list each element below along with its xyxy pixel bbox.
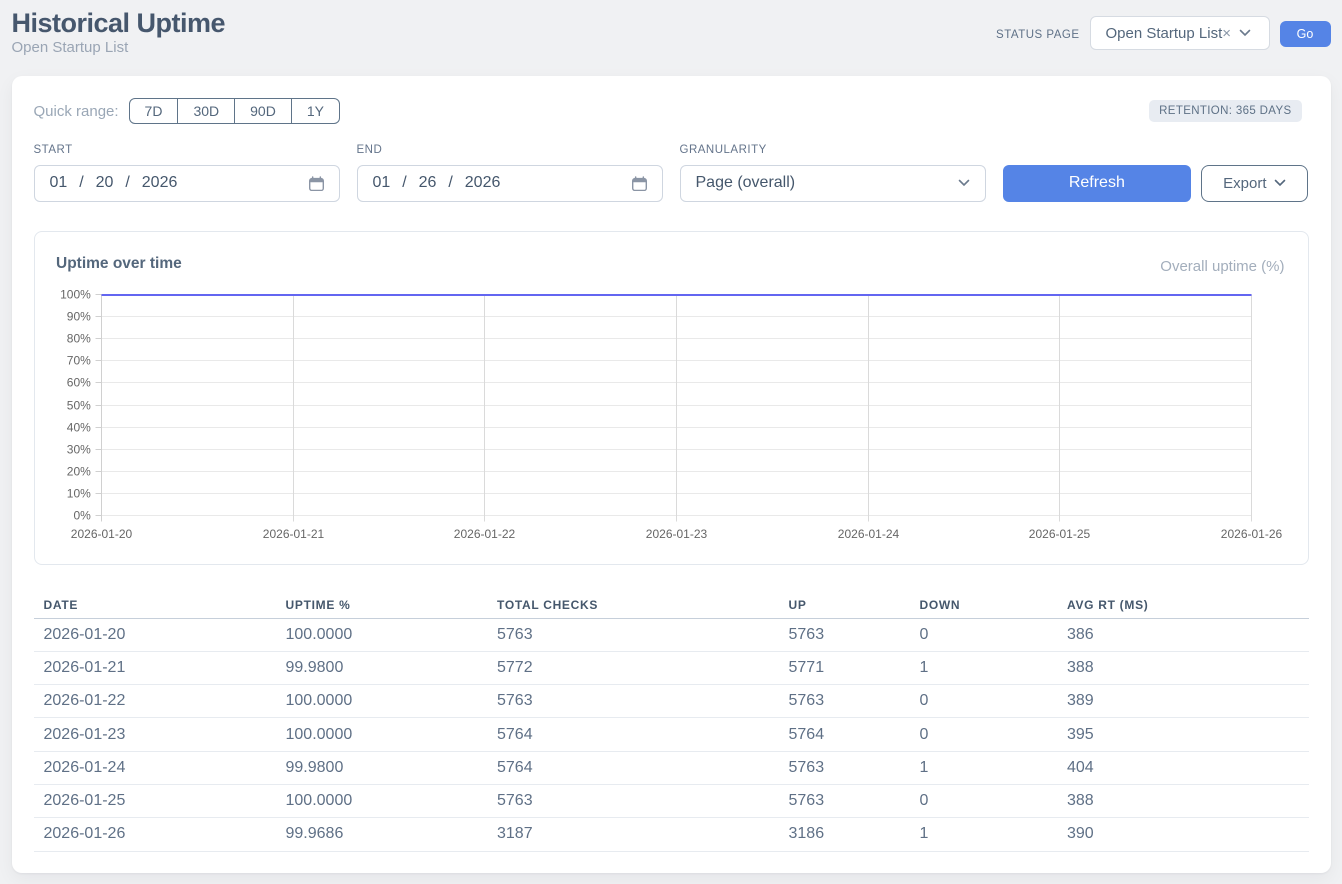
svg-text:80%: 80% bbox=[66, 331, 90, 345]
svg-text:60%: 60% bbox=[66, 375, 90, 389]
svg-text:2026-01-24: 2026-01-24 bbox=[837, 526, 899, 540]
svg-text:2026-01-25: 2026-01-25 bbox=[1028, 526, 1090, 540]
svg-text:90%: 90% bbox=[66, 309, 90, 323]
svg-text:2026-01-20: 2026-01-20 bbox=[70, 526, 132, 540]
svg-text:50%: 50% bbox=[66, 398, 90, 412]
svg-text:100%: 100% bbox=[60, 287, 91, 301]
svg-text:0%: 0% bbox=[73, 508, 91, 522]
svg-text:70%: 70% bbox=[66, 353, 90, 367]
svg-text:10%: 10% bbox=[66, 486, 90, 500]
svg-text:2026-01-21: 2026-01-21 bbox=[262, 526, 324, 540]
svg-text:40%: 40% bbox=[66, 420, 90, 434]
svg-text:2026-01-23: 2026-01-23 bbox=[645, 526, 707, 540]
svg-text:2026-01-22: 2026-01-22 bbox=[453, 526, 515, 540]
svg-text:20%: 20% bbox=[66, 464, 90, 478]
svg-text:2026-01-26: 2026-01-26 bbox=[1220, 526, 1282, 540]
svg-text:30%: 30% bbox=[66, 442, 90, 456]
